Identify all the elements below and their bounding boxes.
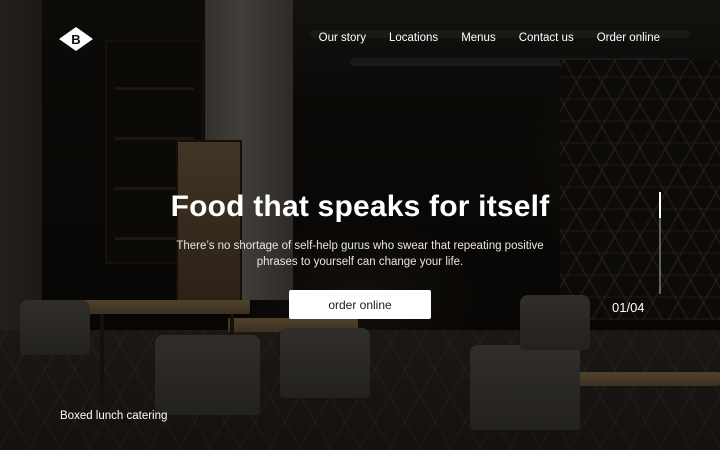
hero-subtitle: There’s no shortage of self-help gurus w… [176, 240, 544, 268]
order-online-button[interactable]: order online [289, 290, 431, 319]
nav-contact-us[interactable]: Contact us [519, 32, 574, 44]
slide-progress-track[interactable] [659, 192, 661, 294]
brand-logo[interactable]: B [58, 26, 94, 52]
nav-locations[interactable]: Locations [389, 32, 438, 44]
nav-menus[interactable]: Menus [461, 32, 496, 44]
nav-our-story[interactable]: Our story [319, 32, 366, 44]
hero-background-image [0, 0, 720, 450]
hero-title: Food that speaks for itself [170, 190, 550, 223]
slide-counter: 01/04 [612, 300, 645, 315]
boxed-lunch-catering-link[interactable]: Boxed lunch catering [60, 410, 167, 422]
nav-order-online[interactable]: Order online [597, 32, 660, 44]
background-dark-overlay [0, 0, 720, 450]
slide-progress-fill [659, 192, 661, 218]
b-diamond-logo-icon: B [59, 27, 93, 51]
logo-letter: B [71, 32, 80, 47]
landing-page: B Our story Locations Menus Contact us O… [0, 0, 720, 450]
main-navigation: Our story Locations Menus Contact us Ord… [296, 32, 660, 44]
